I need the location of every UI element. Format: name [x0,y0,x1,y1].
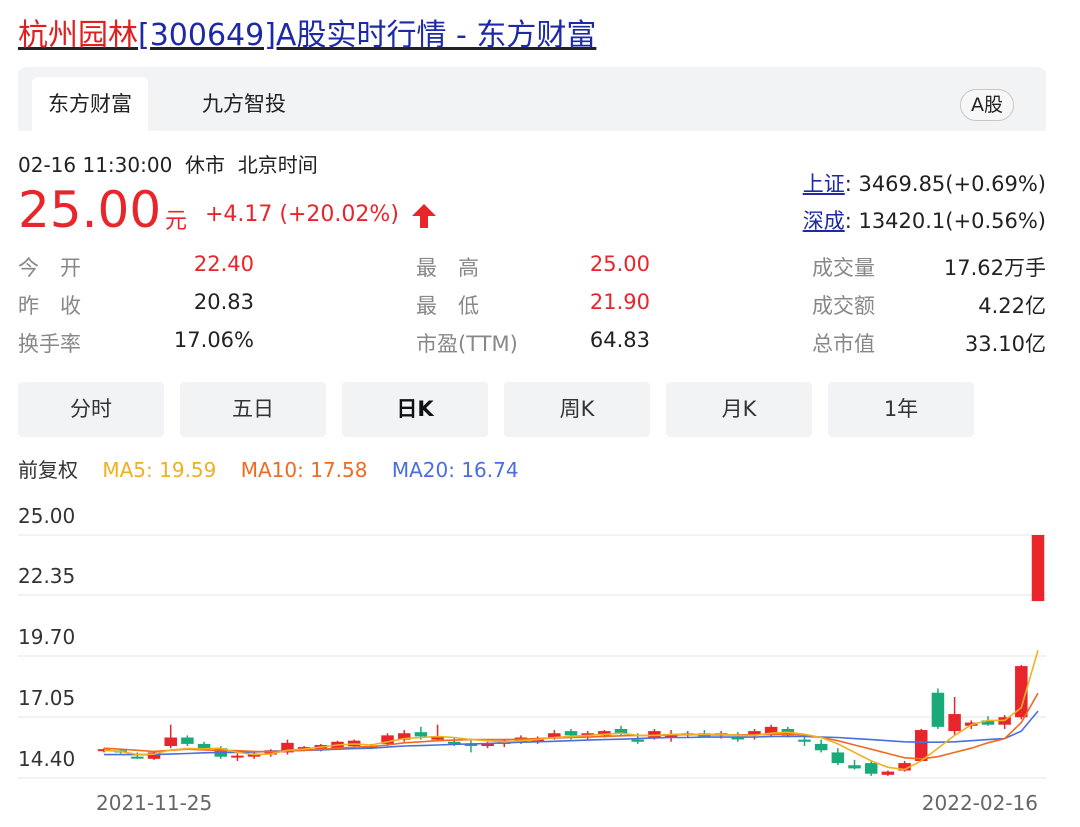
tab-one-year[interactable]: 1年 [828,382,974,437]
candle-body [798,739,811,742]
stock-title-link[interactable]: [300649]A股实时行情 - 东方财富 [138,18,596,53]
candle-body [197,743,211,749]
ma10-line [103,692,1039,760]
index-shenzhen[interactable]: 深成: 13420.1(+0.56%) [803,205,1046,235]
tab-weekly-k[interactable]: 周K [504,382,650,437]
stat-value-market-cap: 33.10亿 [964,332,1046,356]
stat-label-turnover: 成交额 [812,294,875,318]
candle-body [881,771,895,775]
candle-body [931,692,945,727]
y-tick-label: 19.70 [18,625,75,649]
timezone-label: 北京时间 [237,153,318,177]
index-shanghai[interactable]: 上证: 3469.85(+0.69%) [803,168,1046,198]
stat-label-low: 最 低 [416,294,479,318]
adjust-mode[interactable]: 前复权 [18,458,78,482]
page-title[interactable]: 杭州园林[300649]A股实时行情 - 东方财富 [18,10,596,54]
candle-body [164,737,177,747]
stat-label-volume: 成交量 [812,256,875,280]
stat-label-turnover-rate: 换手率 [18,332,81,356]
y-tick-label: 17.05 [18,686,75,710]
stat-value-pe: 64.83 [589,328,650,352]
stat-label-pe: 市盈(TTM) [416,332,518,356]
y-tick-label: 25.00 [18,504,75,528]
index-shanghai-value: : 3469.85(+0.69%) [844,172,1046,196]
tab-jiufang[interactable]: 九方智投 [186,77,302,131]
candle-body [648,731,661,738]
price-unit: 元 [165,209,188,234]
candle-body [1031,535,1045,602]
y-tick-label: 14.40 [18,747,75,771]
candle-body [831,752,845,764]
candle-body [414,732,428,737]
candle-body [131,756,144,759]
stat-label-market-cap: 总市值 [812,332,875,356]
source-tabbar: 东方财富 九方智投 A股 [18,67,1046,131]
candle-body [181,737,194,744]
candle-body [864,763,878,774]
up-arrow-icon [412,204,436,228]
x-axis-label-end: 2022-02-16 [922,791,1038,815]
candle-body [564,731,578,736]
stat-value-prev-close: 20.83 [193,290,254,314]
ma-legend: 前复权 MA5: 19.59 MA10: 17.58 MA20: 16.74 [18,454,537,483]
stat-value-high: 25.00 [589,252,650,276]
index-shanghai-link[interactable]: 上证 [803,172,845,196]
tab-five-day[interactable]: 五日 [180,382,326,437]
stat-value-turnover-rate: 17.06% [173,328,254,352]
quote-time-row: 02-16 11:30:00 休市 北京时间 [18,149,318,178]
x-axis-label-start: 2021-11-25 [96,791,212,815]
tab-intraday[interactable]: 分时 [18,382,164,437]
stat-label-prev-close: 昨 收 [18,294,81,318]
ma10-value: MA10: 17.58 [240,458,368,482]
market-badge[interactable]: A股 [960,89,1014,121]
ma5-value: MA5: 19.59 [102,458,217,482]
tab-monthly-k[interactable]: 月K [666,382,812,437]
stat-label-high: 最 高 [416,256,479,280]
kline-chart[interactable]: 25.00 22.35 19.70 17.05 14.40 2021-11-25 2022-… [0,490,1080,827]
index-shenzhen-link[interactable]: 深成 [803,209,845,233]
stat-value-volume: 17.62万手 [943,256,1046,280]
current-price: 25.00 [18,181,162,239]
stat-label-open: 今 开 [18,256,81,280]
tab-eastmoney[interactable]: 东方财富 [32,77,148,131]
y-tick-label: 22.35 [18,564,75,588]
candle-body [848,765,861,769]
price-change: +4.17 (+20.02%) [205,202,399,227]
candle-body [948,714,961,732]
stat-value-low: 21.90 [589,290,650,314]
tab-daily-k[interactable]: 日K [342,382,488,437]
quote-time: 02-16 11:30:00 [18,153,173,177]
candle-body [231,755,244,758]
candle-body [431,737,444,740]
stat-value-open: 22.40 [193,252,254,276]
index-shenzhen-value: : 13420.1(+0.56%) [844,209,1046,233]
candle-body [631,739,644,742]
stat-value-turnover: 4.22亿 [978,294,1046,318]
stock-name-link[interactable]: 杭州园林 [18,18,138,53]
candle-body [814,743,828,751]
market-status: 休市 [185,153,226,177]
ma20-value: MA20: 16.74 [391,458,519,482]
candle-body [914,730,928,761]
